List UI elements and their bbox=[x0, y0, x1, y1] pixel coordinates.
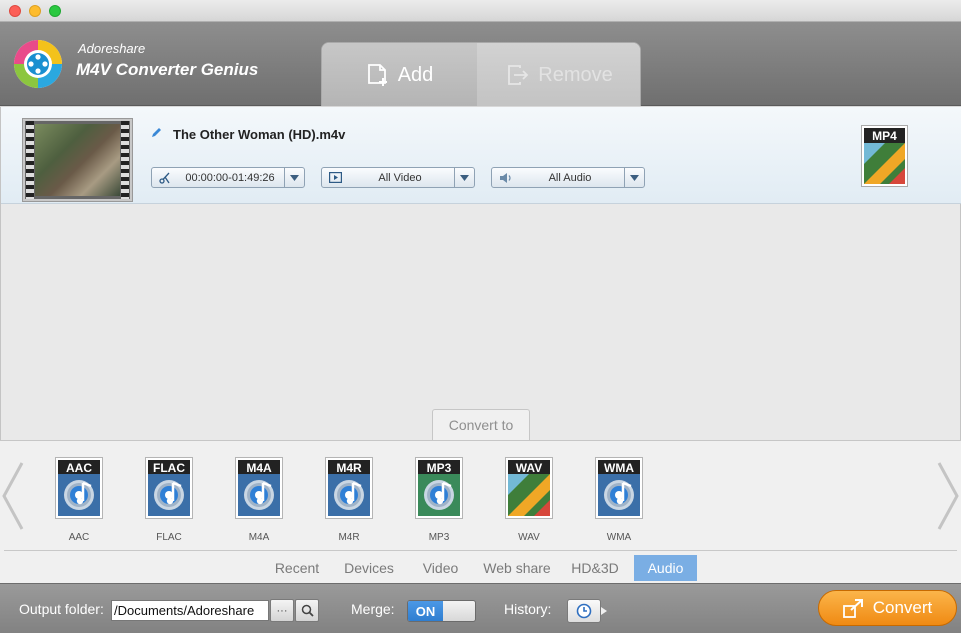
audio-track-value: All Audio bbox=[548, 171, 592, 184]
format-item-aac[interactable]: AAC AAC bbox=[55, 457, 103, 543]
add-file-icon bbox=[367, 64, 387, 86]
bottom-bar: Output folder: /Documents/Adoreshare ···… bbox=[0, 583, 961, 633]
brand-product: M4V Converter Genius bbox=[76, 60, 259, 79]
mp4-badge-label: MP4 bbox=[872, 129, 897, 143]
output-folder-label: Output folder: bbox=[19, 601, 104, 617]
format-label: FLAC bbox=[156, 532, 182, 543]
format-label: M4R bbox=[338, 532, 360, 543]
file-list bbox=[0, 107, 961, 440]
format-item-wma[interactable]: WMA WMA bbox=[595, 457, 643, 543]
history-arrow-icon bbox=[601, 607, 607, 615]
video-thumbnail bbox=[23, 119, 132, 201]
category-tabs: Recent Devices Video Web share HD&3D Audio bbox=[0, 555, 961, 581]
file-name[interactable]: The Other Woman (HD).m4v bbox=[173, 127, 345, 142]
remove-button-label: Remove bbox=[538, 63, 613, 86]
format-item-mp3[interactable]: MP3 MP3 bbox=[415, 457, 463, 543]
tab-audio[interactable]: Audio bbox=[634, 555, 697, 581]
speaker-icon bbox=[500, 173, 511, 183]
format-badge-text: WAV bbox=[515, 461, 543, 475]
file-action-group: Add Remove bbox=[321, 42, 641, 106]
chevron-down-icon[interactable] bbox=[624, 168, 644, 187]
add-button[interactable]: Add bbox=[322, 43, 477, 106]
merge-toggle[interactable]: ON bbox=[407, 600, 476, 622]
file-row[interactable] bbox=[1, 107, 961, 204]
search-icon bbox=[301, 604, 314, 617]
window-minimize-button[interactable] bbox=[29, 5, 41, 17]
tab-devices[interactable]: Devices bbox=[340, 555, 398, 581]
clock-icon bbox=[576, 603, 592, 619]
tab-web-share[interactable]: Web share bbox=[480, 555, 554, 581]
convert-button-label: Convert bbox=[872, 598, 933, 617]
format-item-m4a[interactable]: M4A M4A bbox=[235, 457, 283, 543]
format-panel: AAC AAC FLAC FLAC M4A M4A M4R M4R MP3 MP3 WAV WAV WM… bbox=[0, 440, 961, 583]
format-label: AAC bbox=[68, 532, 90, 543]
remove-button[interactable]: Remove bbox=[477, 43, 640, 106]
tab-recent[interactable]: Recent bbox=[272, 555, 322, 581]
edit-name-icon[interactable] bbox=[151, 126, 163, 138]
format-item-wav[interactable]: WAV WAV bbox=[505, 457, 553, 543]
brand-company: Adoreshare bbox=[78, 41, 146, 56]
format-label: WMA bbox=[606, 532, 632, 543]
window-close-button[interactable] bbox=[9, 5, 21, 17]
format-badge-text: FLAC bbox=[153, 461, 185, 475]
format-label: M4A bbox=[248, 532, 270, 543]
open-folder-button[interactable] bbox=[295, 599, 319, 622]
add-button-label: Add bbox=[397, 63, 434, 86]
video-icon bbox=[329, 172, 342, 183]
format-item-m4r[interactable]: M4R M4R bbox=[325, 457, 373, 543]
scroll-right-arrow-icon[interactable] bbox=[935, 461, 961, 531]
audio-track-select[interactable]: All Audio bbox=[491, 167, 645, 188]
window-zoom-button[interactable] bbox=[49, 5, 61, 17]
scissors-icon bbox=[159, 172, 170, 184]
format-badge-text: M4R bbox=[336, 461, 362, 475]
chevron-down-icon[interactable] bbox=[454, 168, 474, 187]
format-badge-text: M4A bbox=[246, 461, 272, 475]
merge-toggle-state: ON bbox=[408, 601, 443, 621]
trim-selector[interactable]: 00:00:00-01:49:26 bbox=[151, 167, 305, 188]
format-badge-text: AAC bbox=[66, 461, 92, 475]
remove-file-icon bbox=[508, 65, 529, 85]
scroll-left-arrow-icon[interactable] bbox=[0, 461, 26, 531]
chevron-down-icon[interactable] bbox=[284, 168, 304, 187]
merge-label: Merge: bbox=[351, 601, 395, 617]
history-button[interactable] bbox=[567, 599, 601, 623]
format-label: WAV bbox=[518, 532, 540, 543]
convert-icon bbox=[842, 599, 863, 618]
history-label: History: bbox=[504, 601, 552, 617]
app-logo-icon bbox=[14, 40, 62, 88]
format-badge-text: WMA bbox=[604, 461, 634, 475]
app-header: Adoreshare M4V Converter Genius Add Remo… bbox=[0, 22, 961, 106]
trim-range: 00:00:00-01:49:26 bbox=[185, 171, 275, 184]
convert-button[interactable]: Convert bbox=[818, 590, 957, 626]
tab-video[interactable]: Video bbox=[418, 555, 463, 581]
format-item-flac[interactable]: FLAC FLAC bbox=[145, 457, 193, 543]
tab-hd-3d[interactable]: HD&3D bbox=[566, 555, 624, 581]
convert-to-tab[interactable]: Convert to bbox=[432, 409, 530, 440]
browse-folder-button[interactable]: ··· bbox=[270, 599, 294, 622]
format-badge-text: MP3 bbox=[426, 461, 452, 475]
video-track-select[interactable]: All Video bbox=[321, 167, 475, 188]
output-folder-field[interactable]: /Documents/Adoreshare bbox=[111, 600, 269, 621]
format-label: MP3 bbox=[428, 532, 450, 543]
title-bar bbox=[0, 0, 961, 22]
output-format-badge[interactable]: MP4 bbox=[861, 125, 908, 187]
video-track-value: All Video bbox=[378, 171, 422, 184]
